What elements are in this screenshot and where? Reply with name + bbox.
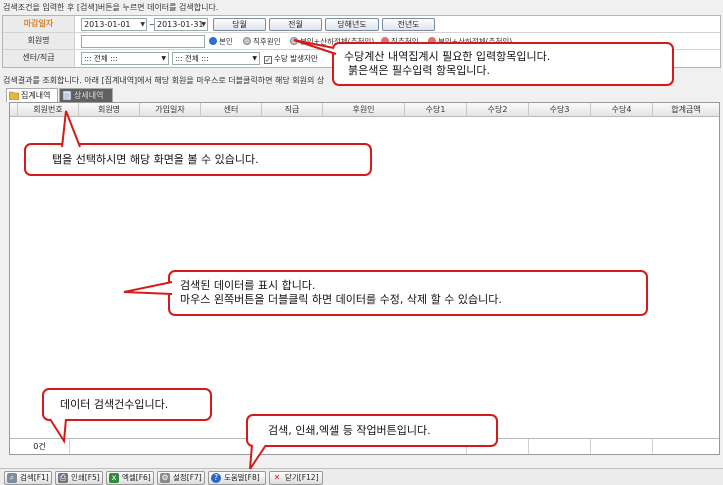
last-year-button[interactable]: 전년도	[382, 18, 435, 31]
column-header[interactable]: 수당2	[467, 103, 529, 117]
print-button[interactable]: ⎙ 인쇄[F5]	[55, 471, 103, 485]
center-rank-label: 센터/직급	[3, 50, 75, 67]
callout-pointer	[123, 281, 173, 295]
radio-icon	[243, 37, 251, 45]
tab-label: 상세내역	[74, 91, 104, 100]
radio-selected-icon	[209, 37, 217, 45]
this-year-button[interactable]: 당해년도	[325, 18, 379, 31]
rank-select[interactable]: ::: 전체 ::: ▼	[172, 52, 260, 65]
document-icon	[62, 91, 72, 100]
date-from-input[interactable]: 2013-01-01 ▼	[81, 18, 147, 31]
last-month-button[interactable]: 전월	[269, 18, 322, 31]
button-label: 검색[F1]	[20, 473, 49, 482]
excel-icon: x	[109, 473, 119, 483]
closing-month-row: 마감일자 2013-01-01 ▼ ~ 2013-01-31 ▼ 당월 전월 당해년…	[3, 16, 720, 33]
callout-text: 탭을 선택하시면 해당 화면을 볼 수 있습니다.	[52, 153, 259, 166]
column-header[interactable]: 직급	[262, 103, 323, 117]
column-header[interactable]: 수당4	[591, 103, 653, 117]
settings-button[interactable]: ⚙ 설정[F7]	[157, 471, 205, 485]
result-info-text: 검색결과를 조회합니다. 아래 [집계내역]에서 해당 회원을 마우스로 더블클…	[3, 76, 325, 85]
tab-detail[interactable]: 상세내역	[59, 88, 113, 102]
printer-icon: ⎙	[58, 473, 68, 483]
date-from-value: 2013-01-01	[84, 20, 131, 29]
grid-corner	[10, 103, 18, 117]
count-help-callout: 데이터 검색건수입니다.	[42, 388, 212, 445]
toolbar-help-callout: 검색, 인쇄,엑셀 등 작업버튼입니다.	[246, 414, 498, 470]
footer-cell	[529, 439, 591, 454]
footer-cell	[591, 439, 653, 454]
tab-help-callout: 탭을 선택하시면 해당 화면을 볼 수 있습니다.	[24, 110, 372, 176]
search-info-text: 검색조건을 입력한 후 [검색]버튼을 누르면 데이터를 검색합니다.	[3, 3, 219, 12]
column-header[interactable]: 센터	[201, 103, 262, 117]
action-toolbar: ⌕ 검색[F1] ⎙ 인쇄[F5] x 엑셀[F6] ⚙ 설정[F7] ? 도움말[F8]…	[0, 468, 723, 485]
column-header[interactable]: 수당3	[529, 103, 591, 117]
column-header[interactable]: 가입일자	[140, 103, 201, 117]
callout-text: 수당계산 내역집계시 필요한 입력항목입니다.	[344, 50, 551, 63]
chevron-down-icon: ▼	[161, 55, 166, 62]
callout-text: 데이터 검색건수입니다.	[60, 398, 169, 411]
center-select-value: ::: 전체 :::	[84, 54, 118, 63]
column-header[interactable]: 회원명	[79, 103, 140, 117]
center-select[interactable]: ::: 전체 ::: ▼	[81, 52, 169, 65]
button-label: 설정[F7]	[173, 473, 202, 482]
excel-button[interactable]: x 엑셀[F6]	[106, 471, 154, 485]
grid-header: 회원번호 회원명 가입일자 센터 직급 후원인 수당1 수당2 수당3 수당4 …	[10, 103, 719, 117]
close-icon: ✕	[273, 473, 281, 482]
radio-direct-sponsor[interactable]: 직후원인	[243, 35, 281, 48]
date-to-input[interactable]: 2013-01-31 ▼	[154, 18, 208, 31]
folder-icon	[9, 91, 19, 100]
member-name-input[interactable]	[81, 35, 205, 48]
button-label: 엑셀[F6]	[122, 473, 151, 482]
help-button[interactable]: ? 도움말[F8]	[208, 471, 266, 485]
callout-text: 검색, 인쇄,엑셀 등 작업버튼입니다.	[268, 424, 431, 437]
tab-summary[interactable]: 집계내역	[6, 88, 58, 102]
search-button[interactable]: ⌕ 검색[F1]	[4, 471, 52, 485]
callout-text: 붉은색은 필수입력 항목입니다.	[348, 64, 491, 77]
member-name-label: 회원명	[3, 33, 75, 49]
radio-self[interactable]: 본인	[209, 35, 233, 48]
radio-label: 직후원인	[253, 37, 281, 46]
callout-text: 마우스 왼쪽버튼을 더블클릭 하면 데이터를 수정, 삭제 할 수 있습니다.	[180, 293, 502, 306]
callout-pointer	[293, 39, 337, 55]
chevron-down-icon: ▼	[140, 21, 145, 28]
data-area-callout: 검색된 데이터를 표시 합니다. 마우스 왼쪽버튼을 더블클릭 하면 데이터를 …	[123, 270, 648, 316]
callout-pointer	[61, 110, 81, 148]
chevron-down-icon: ▼	[252, 55, 257, 62]
tab-label: 집계내역	[21, 91, 51, 100]
rank-select-value: ::: 전체 :::	[175, 54, 209, 63]
callout-pointer	[49, 418, 67, 445]
button-label: 도움말[F8]	[224, 473, 260, 482]
button-label: 닫기[F12]	[285, 473, 319, 482]
date-to-value: 2013-01-31	[157, 20, 204, 29]
column-header[interactable]: 수당1	[405, 103, 467, 117]
callout-text: 검색된 데이터를 표시 합니다.	[180, 279, 316, 292]
radio-label: 본인	[219, 37, 233, 46]
gear-icon: ⚙	[160, 473, 170, 483]
closing-month-label: 마감일자	[3, 16, 75, 32]
chevron-down-icon: ▼	[201, 21, 206, 28]
button-label: 인쇄[F5]	[71, 473, 100, 482]
search-icon: ⌕	[7, 473, 17, 483]
column-header[interactable]: 합계금액	[653, 103, 719, 117]
help-icon: ?	[211, 473, 221, 483]
checkmark-icon: ✓	[264, 56, 272, 64]
callout-pointer	[249, 444, 267, 470]
this-month-button[interactable]: 당월	[213, 18, 266, 31]
checkbox-label: 수당 발생자만	[274, 54, 318, 63]
close-button[interactable]: ✕ 닫기[F12]	[269, 471, 323, 485]
column-header[interactable]: 후원인	[323, 103, 405, 117]
required-fields-callout: 수당계산 내역집계시 필요한 입력항목입니다. 붉은색은 필수입력 항목입니다.	[293, 39, 674, 86]
